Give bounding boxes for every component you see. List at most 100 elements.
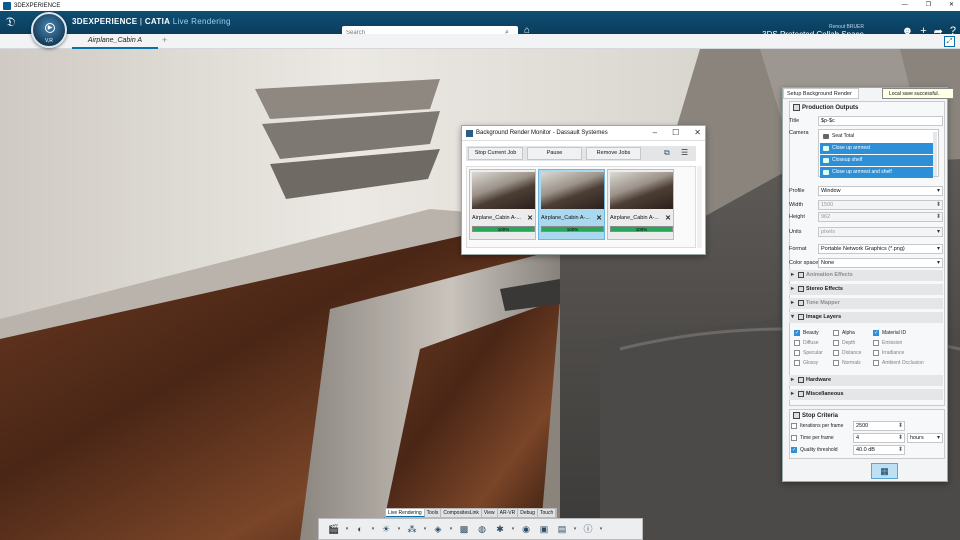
section-hardware[interactable]: Hardware [789, 375, 943, 386]
layer-checkbox[interactable]: Specular [794, 350, 823, 356]
layer-checkbox[interactable]: Distance [833, 350, 861, 356]
materials-icon[interactable]: ⁂ [405, 522, 419, 536]
layer-checkbox[interactable]: Emission [873, 340, 902, 346]
compass-button[interactable]: ▶ V,R [31, 12, 67, 48]
section-stereo-effects[interactable]: Stereo Effects [789, 284, 943, 295]
tab-debug[interactable]: Debug [518, 509, 538, 517]
job-list-scrollbar[interactable] [697, 166, 702, 248]
dropdown-icon[interactable]: ▾ [423, 522, 427, 536]
stop-criteria-label: Stop Criteria [802, 412, 839, 419]
layer-checkbox[interactable]: Glossy [794, 360, 818, 366]
plugin-icon[interactable]: ✱ [493, 522, 507, 536]
dropdown-icon[interactable]: ▾ [511, 522, 515, 536]
remove-job-icon[interactable]: ✕ [596, 214, 602, 222]
tab-setup-background-render[interactable]: Setup Background Render [783, 88, 859, 99]
fullscreen-icon[interactable]: ⤢ [944, 36, 955, 47]
stop-criteria-header[interactable]: Stop Criteria [793, 412, 838, 419]
height-field[interactable]: 962 [818, 212, 943, 222]
pause-button[interactable]: Pause [527, 147, 582, 160]
job-item[interactable]: Airplane_Cabin A-... ✕ 100% [469, 169, 536, 240]
action-bar-tabs: Live Rendering Tools CompositesLink View… [385, 508, 558, 518]
tab-view[interactable]: View [482, 509, 498, 517]
sphere-icon[interactable]: ◍ [475, 522, 489, 536]
layer-checkbox[interactable]: Diffuse [794, 340, 818, 346]
stereo-icon [798, 285, 804, 292]
dropdown-icon[interactable]: ▾ [449, 522, 453, 536]
dropdown-icon[interactable]: ▾ [397, 522, 401, 536]
list-view-icon[interactable]: ☰ [681, 148, 688, 157]
quality-field[interactable]: 40.0 dB [853, 445, 905, 455]
section-miscellaneous[interactable]: Miscellaneous [789, 389, 943, 400]
layer-checkbox[interactable]: ✓ Beauty [794, 330, 819, 336]
dialog-close-button[interactable]: ✕ [694, 128, 701, 137]
tab-live-rendering[interactable]: Live Rendering [386, 509, 425, 517]
dropdown-icon[interactable]: ▾ [345, 522, 349, 536]
job-item[interactable]: Airplane_Cabin A-... ✕ 100% [538, 169, 605, 240]
camera-item[interactable]: Seat Total [820, 131, 933, 142]
clapper-icon[interactable]: 🎬 [327, 522, 341, 536]
texture-icon[interactable]: ▩ [457, 522, 471, 536]
stop-current-job-button[interactable]: Stop Current Job [468, 147, 523, 160]
colorspace-select[interactable]: None [818, 258, 943, 268]
time-field[interactable]: 4 [853, 433, 905, 443]
camera-item[interactable]: Close up armrest and shelf [820, 167, 933, 178]
tab-tools[interactable]: Tools [425, 509, 442, 517]
tone-icon [798, 299, 804, 306]
tab-touch[interactable]: Touch [538, 509, 557, 517]
iterations-checkbox[interactable]: Iterations per frame [791, 423, 843, 429]
tab-compositeslink[interactable]: CompositesLink [441, 509, 482, 517]
iterations-field[interactable]: 2500 [853, 421, 905, 431]
close-window-button[interactable]: ✕ [949, 0, 954, 11]
section-tone-mapper[interactable]: Tone Mapper [789, 298, 943, 309]
remove-job-icon[interactable]: ✕ [665, 214, 671, 222]
tab-airplane-cabin[interactable]: Airplane_Cabin A [72, 34, 158, 49]
layer-checkbox[interactable]: Alpha [833, 330, 855, 336]
camera-item[interactable]: Close up armrest [820, 143, 933, 154]
dialog-minimize-button[interactable]: – [653, 128, 657, 137]
render-image-icon[interactable]: ▣ [537, 522, 551, 536]
lighting-icon[interactable]: ☀ [379, 522, 393, 536]
layer-checkbox[interactable]: Irradiance [873, 350, 904, 356]
submit-render-button[interactable]: ▦ [871, 463, 898, 479]
camera-item[interactable]: Closeup shelf [820, 155, 933, 166]
layer-checkbox[interactable]: Ambient Occlusion [873, 360, 924, 366]
dropdown-icon[interactable]: ▾ [599, 522, 603, 536]
maximize-button[interactable]: ❐ [926, 0, 931, 11]
info-icon[interactable]: ⓘ [581, 522, 595, 536]
add-tab-icon[interactable]: + [162, 35, 167, 45]
remove-jobs-button[interactable]: Remove Jobs [586, 147, 641, 160]
camera-icon [823, 146, 829, 151]
units-select[interactable]: pixels [818, 227, 943, 237]
camera-name: Seat Total [832, 133, 855, 139]
camera-list[interactable]: Seat Total Close up armrest Closeup shel… [818, 129, 939, 178]
job-item[interactable]: Airplane_Cabin A-... ✕ 100% [607, 169, 674, 240]
camera-view-icon[interactable]: ◈ [431, 522, 445, 536]
quality-checkbox[interactable]: ✓ Quality threshold [791, 447, 838, 453]
title-field[interactable]: $p-$c [818, 116, 943, 126]
production-outputs-header[interactable]: Production Outputs [793, 104, 858, 111]
dialog-maximize-button[interactable]: ☐ [672, 128, 679, 137]
add-job-icon[interactable]: ⧉ [664, 148, 670, 158]
section-image-layers[interactable]: Image Layers [789, 312, 943, 323]
layer-checkbox[interactable]: Normals [833, 360, 861, 366]
tab-ar-vr[interactable]: AR-VR [498, 509, 519, 517]
layer-name: Ambient Occlusion [882, 360, 924, 366]
minimize-button[interactable]: — [902, 0, 908, 11]
camera-list-scrollbar[interactable] [933, 132, 937, 176]
profile-select[interactable]: Window [818, 186, 943, 196]
title-label: Title [789, 118, 800, 124]
width-field[interactable]: 1500 [818, 200, 943, 210]
time-checkbox[interactable]: Time per frame [791, 435, 834, 441]
layer-checkbox[interactable]: Depth [833, 340, 855, 346]
render-sequence-icon[interactable]: ▤ [555, 522, 569, 536]
section-animation-effects[interactable]: Animation Effects [789, 270, 943, 281]
remove-job-icon[interactable]: ✕ [527, 214, 533, 222]
outputs-icon [793, 104, 800, 111]
layer-checkbox[interactable]: ✓ Material ID [873, 330, 906, 336]
format-select[interactable]: Portable Network Graphics (*.png) [818, 244, 943, 254]
environment-icon[interactable]: ◐ [353, 522, 367, 536]
dropdown-icon[interactable]: ▾ [371, 522, 375, 536]
capture-icon[interactable]: ◉ [519, 522, 533, 536]
time-unit-select[interactable]: hours [907, 433, 943, 443]
dropdown-icon[interactable]: ▾ [573, 522, 577, 536]
